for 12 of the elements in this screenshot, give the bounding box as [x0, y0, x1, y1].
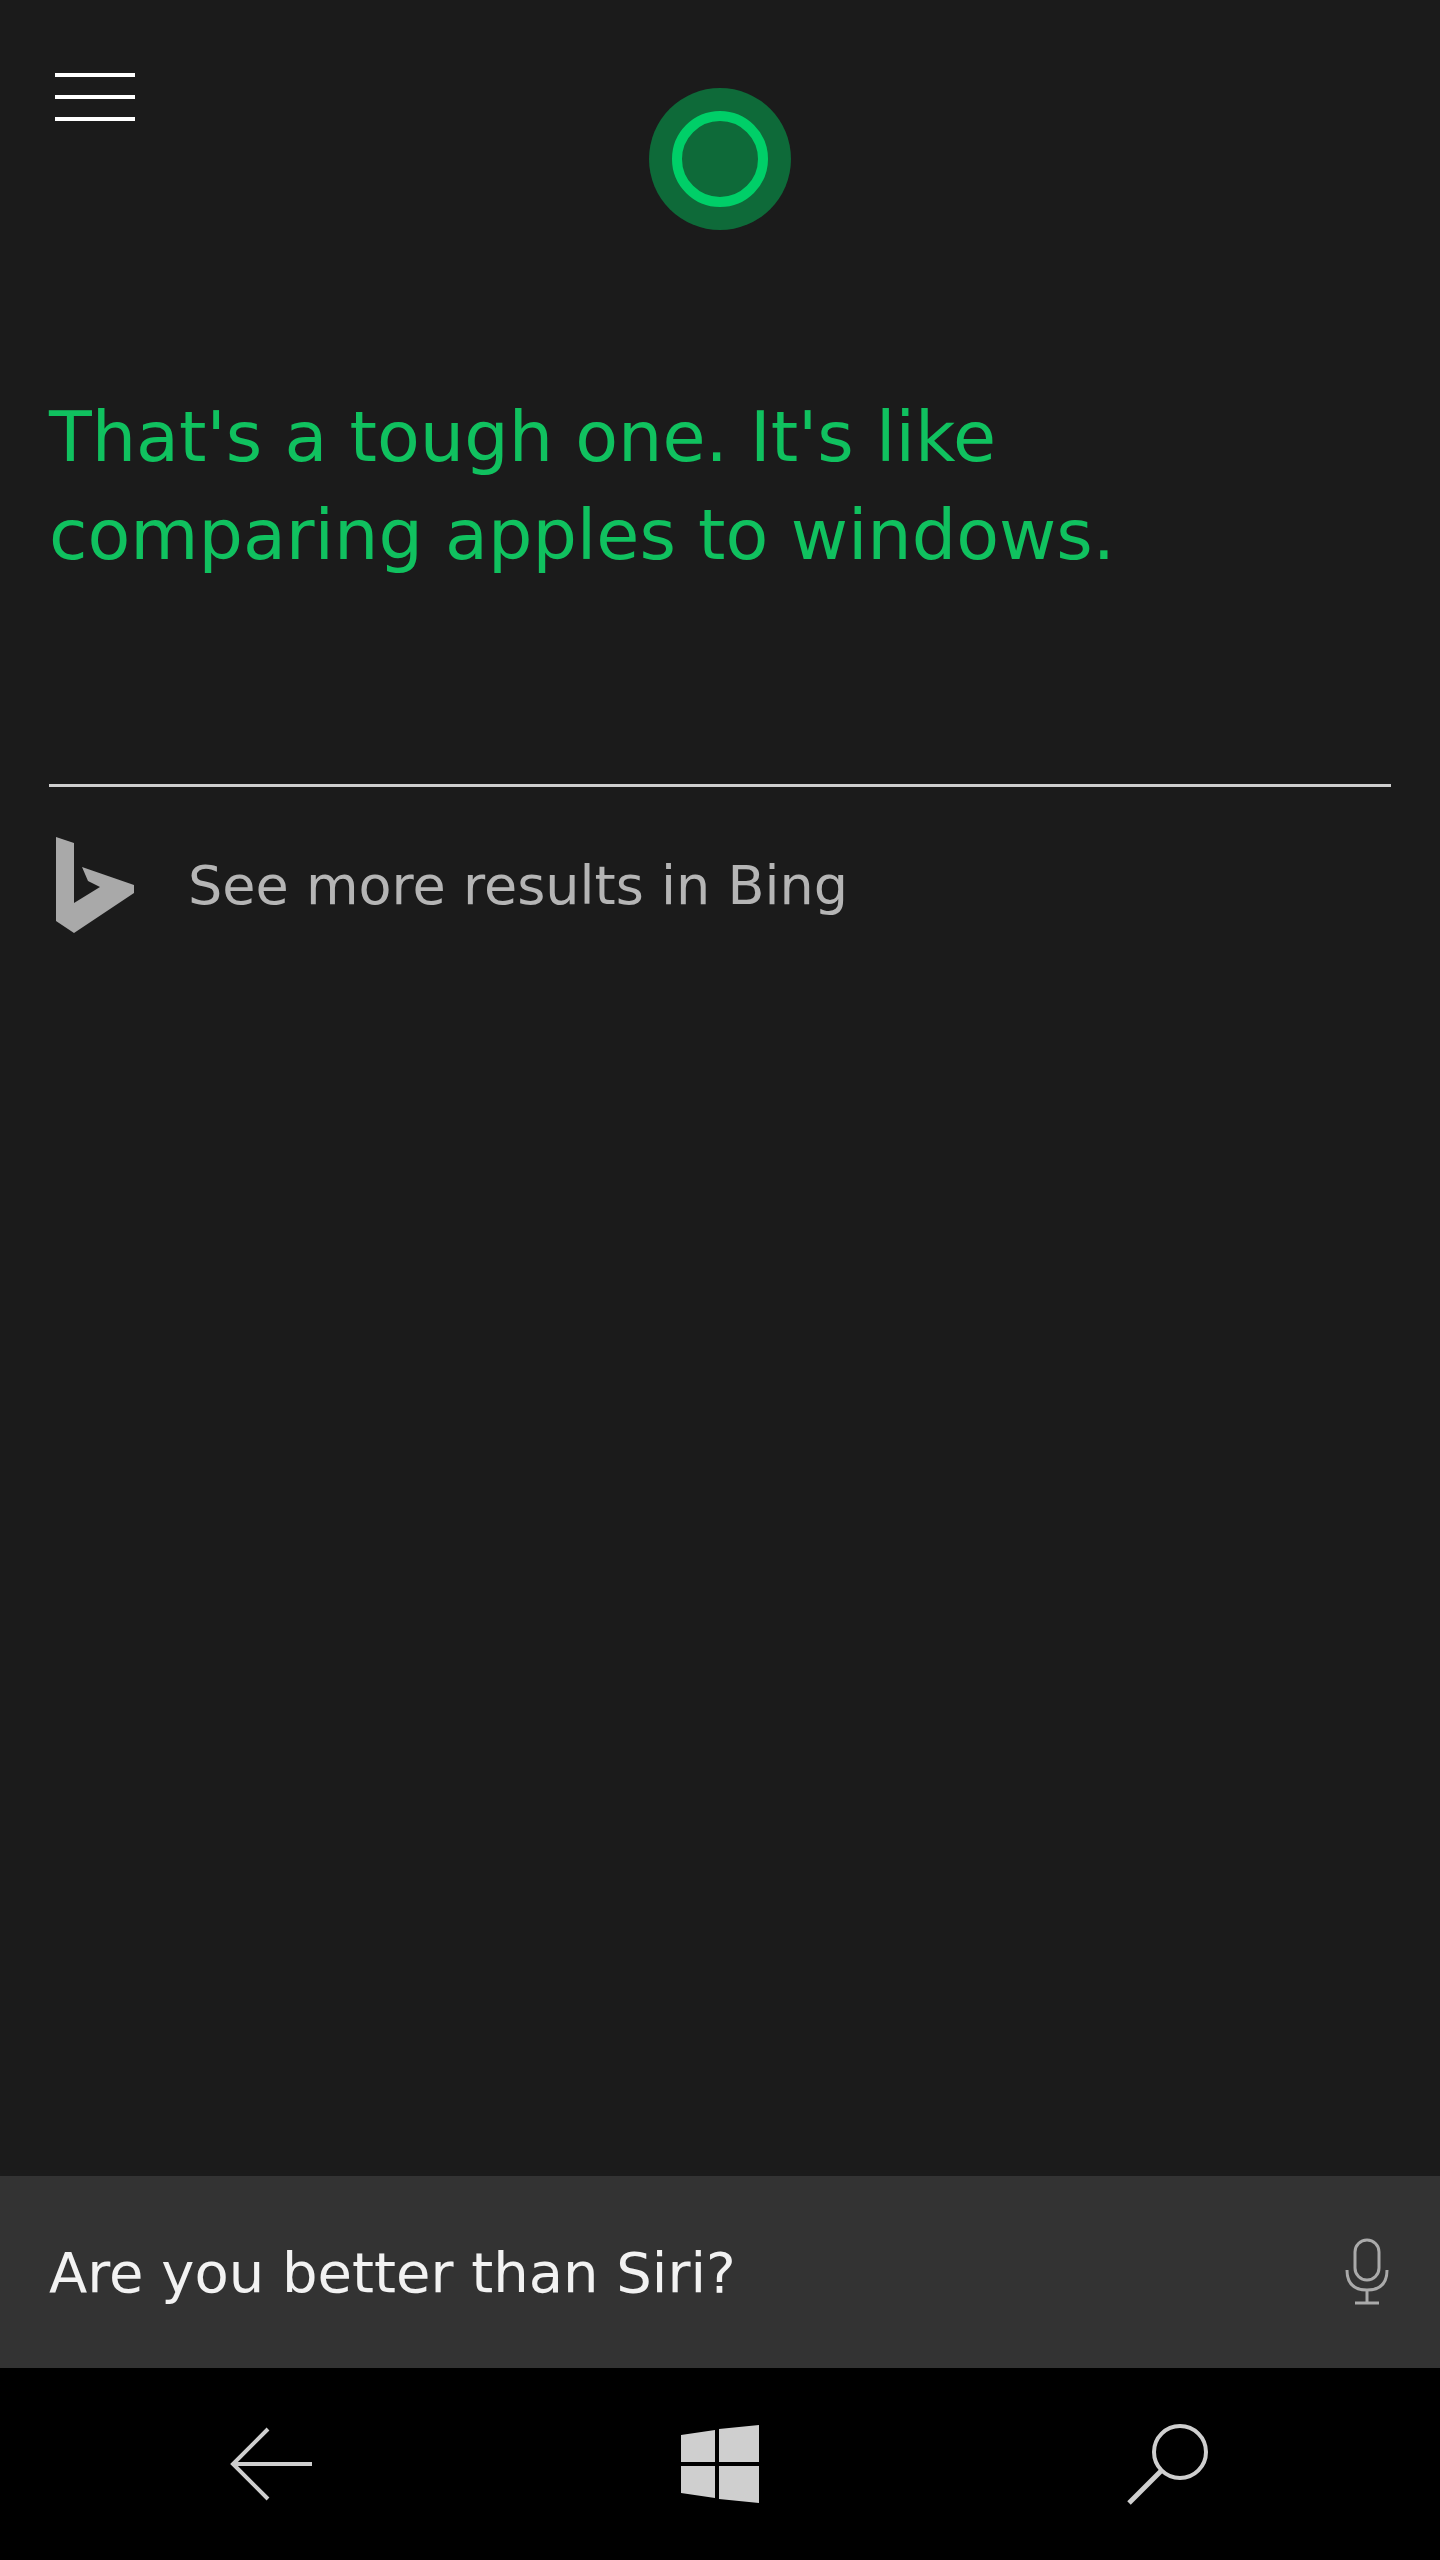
query-field[interactable]: Are you better than Siri?	[0, 2176, 1440, 2368]
start-button[interactable]	[681, 2425, 759, 2503]
back-button[interactable]	[230, 2427, 314, 2501]
windows-logo-icon	[681, 2425, 759, 2503]
ring-logo-icon	[649, 88, 791, 230]
back-arrow-icon	[230, 2427, 314, 2501]
menu-icon	[55, 73, 135, 121]
response-text: That's a tough one. It's like comparing apples to windows.	[49, 395, 1116, 578]
search-icon	[1126, 2422, 1210, 2506]
web-results-link[interactable]: See more results in Bing	[56, 837, 848, 933]
search-button[interactable]	[1126, 2422, 1210, 2506]
bing-logo-icon	[56, 837, 134, 933]
